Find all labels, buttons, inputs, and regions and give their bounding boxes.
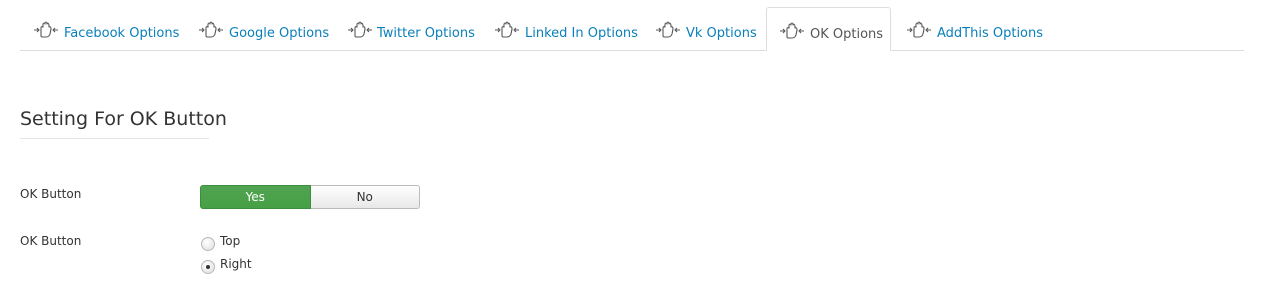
tab-label: Twitter Options <box>377 26 475 41</box>
tab-label: Facebook Options <box>64 26 180 41</box>
hand-pointer-icon <box>198 21 224 39</box>
hand-pointer-icon <box>655 21 681 39</box>
tab-label: Google Options <box>229 26 330 41</box>
tab-label: OK Options <box>810 27 884 42</box>
tab-label: AddThis Options <box>937 26 1044 41</box>
ok-button-position-label: OK Button <box>20 234 82 248</box>
radio-label-top: Top <box>220 234 241 248</box>
radio-label-right: Right <box>220 257 252 271</box>
section-divider <box>20 138 209 139</box>
section-title: Setting For OK Button <box>20 108 227 130</box>
hand-pointer-icon <box>494 21 520 39</box>
tab-facebook-options[interactable]: Facebook Options <box>20 7 184 50</box>
tab-label: Linked In Options <box>525 26 638 41</box>
radio-button-right[interactable] <box>201 260 215 274</box>
hand-pointer-icon <box>347 21 373 39</box>
hand-pointer-icon <box>906 21 932 39</box>
tab-google-options[interactable]: Google Options <box>184 7 333 50</box>
tab-label: Vk Options <box>686 26 757 41</box>
tab-addthis-options[interactable]: AddThis Options <box>891 7 1051 50</box>
tab-linked-in-options[interactable]: Linked In Options <box>481 7 642 50</box>
no-option-button[interactable]: No <box>310 185 420 209</box>
ok-button-enable-label: OK Button <box>20 187 82 201</box>
hand-pointer-icon <box>779 22 805 40</box>
tab-twitter-options[interactable]: Twitter Options <box>333 7 481 50</box>
radio-button-top[interactable] <box>201 237 215 251</box>
tab-ok-options[interactable]: OK Options <box>766 7 891 51</box>
ok-button-toggle: Yes No <box>200 185 420 209</box>
tab-bar: Facebook Options Google Options Twitter … <box>20 7 1244 51</box>
tab-vk-options[interactable]: Vk Options <box>642 7 766 50</box>
hand-pointer-icon <box>33 21 59 39</box>
yes-option-button[interactable]: Yes <box>200 185 311 209</box>
